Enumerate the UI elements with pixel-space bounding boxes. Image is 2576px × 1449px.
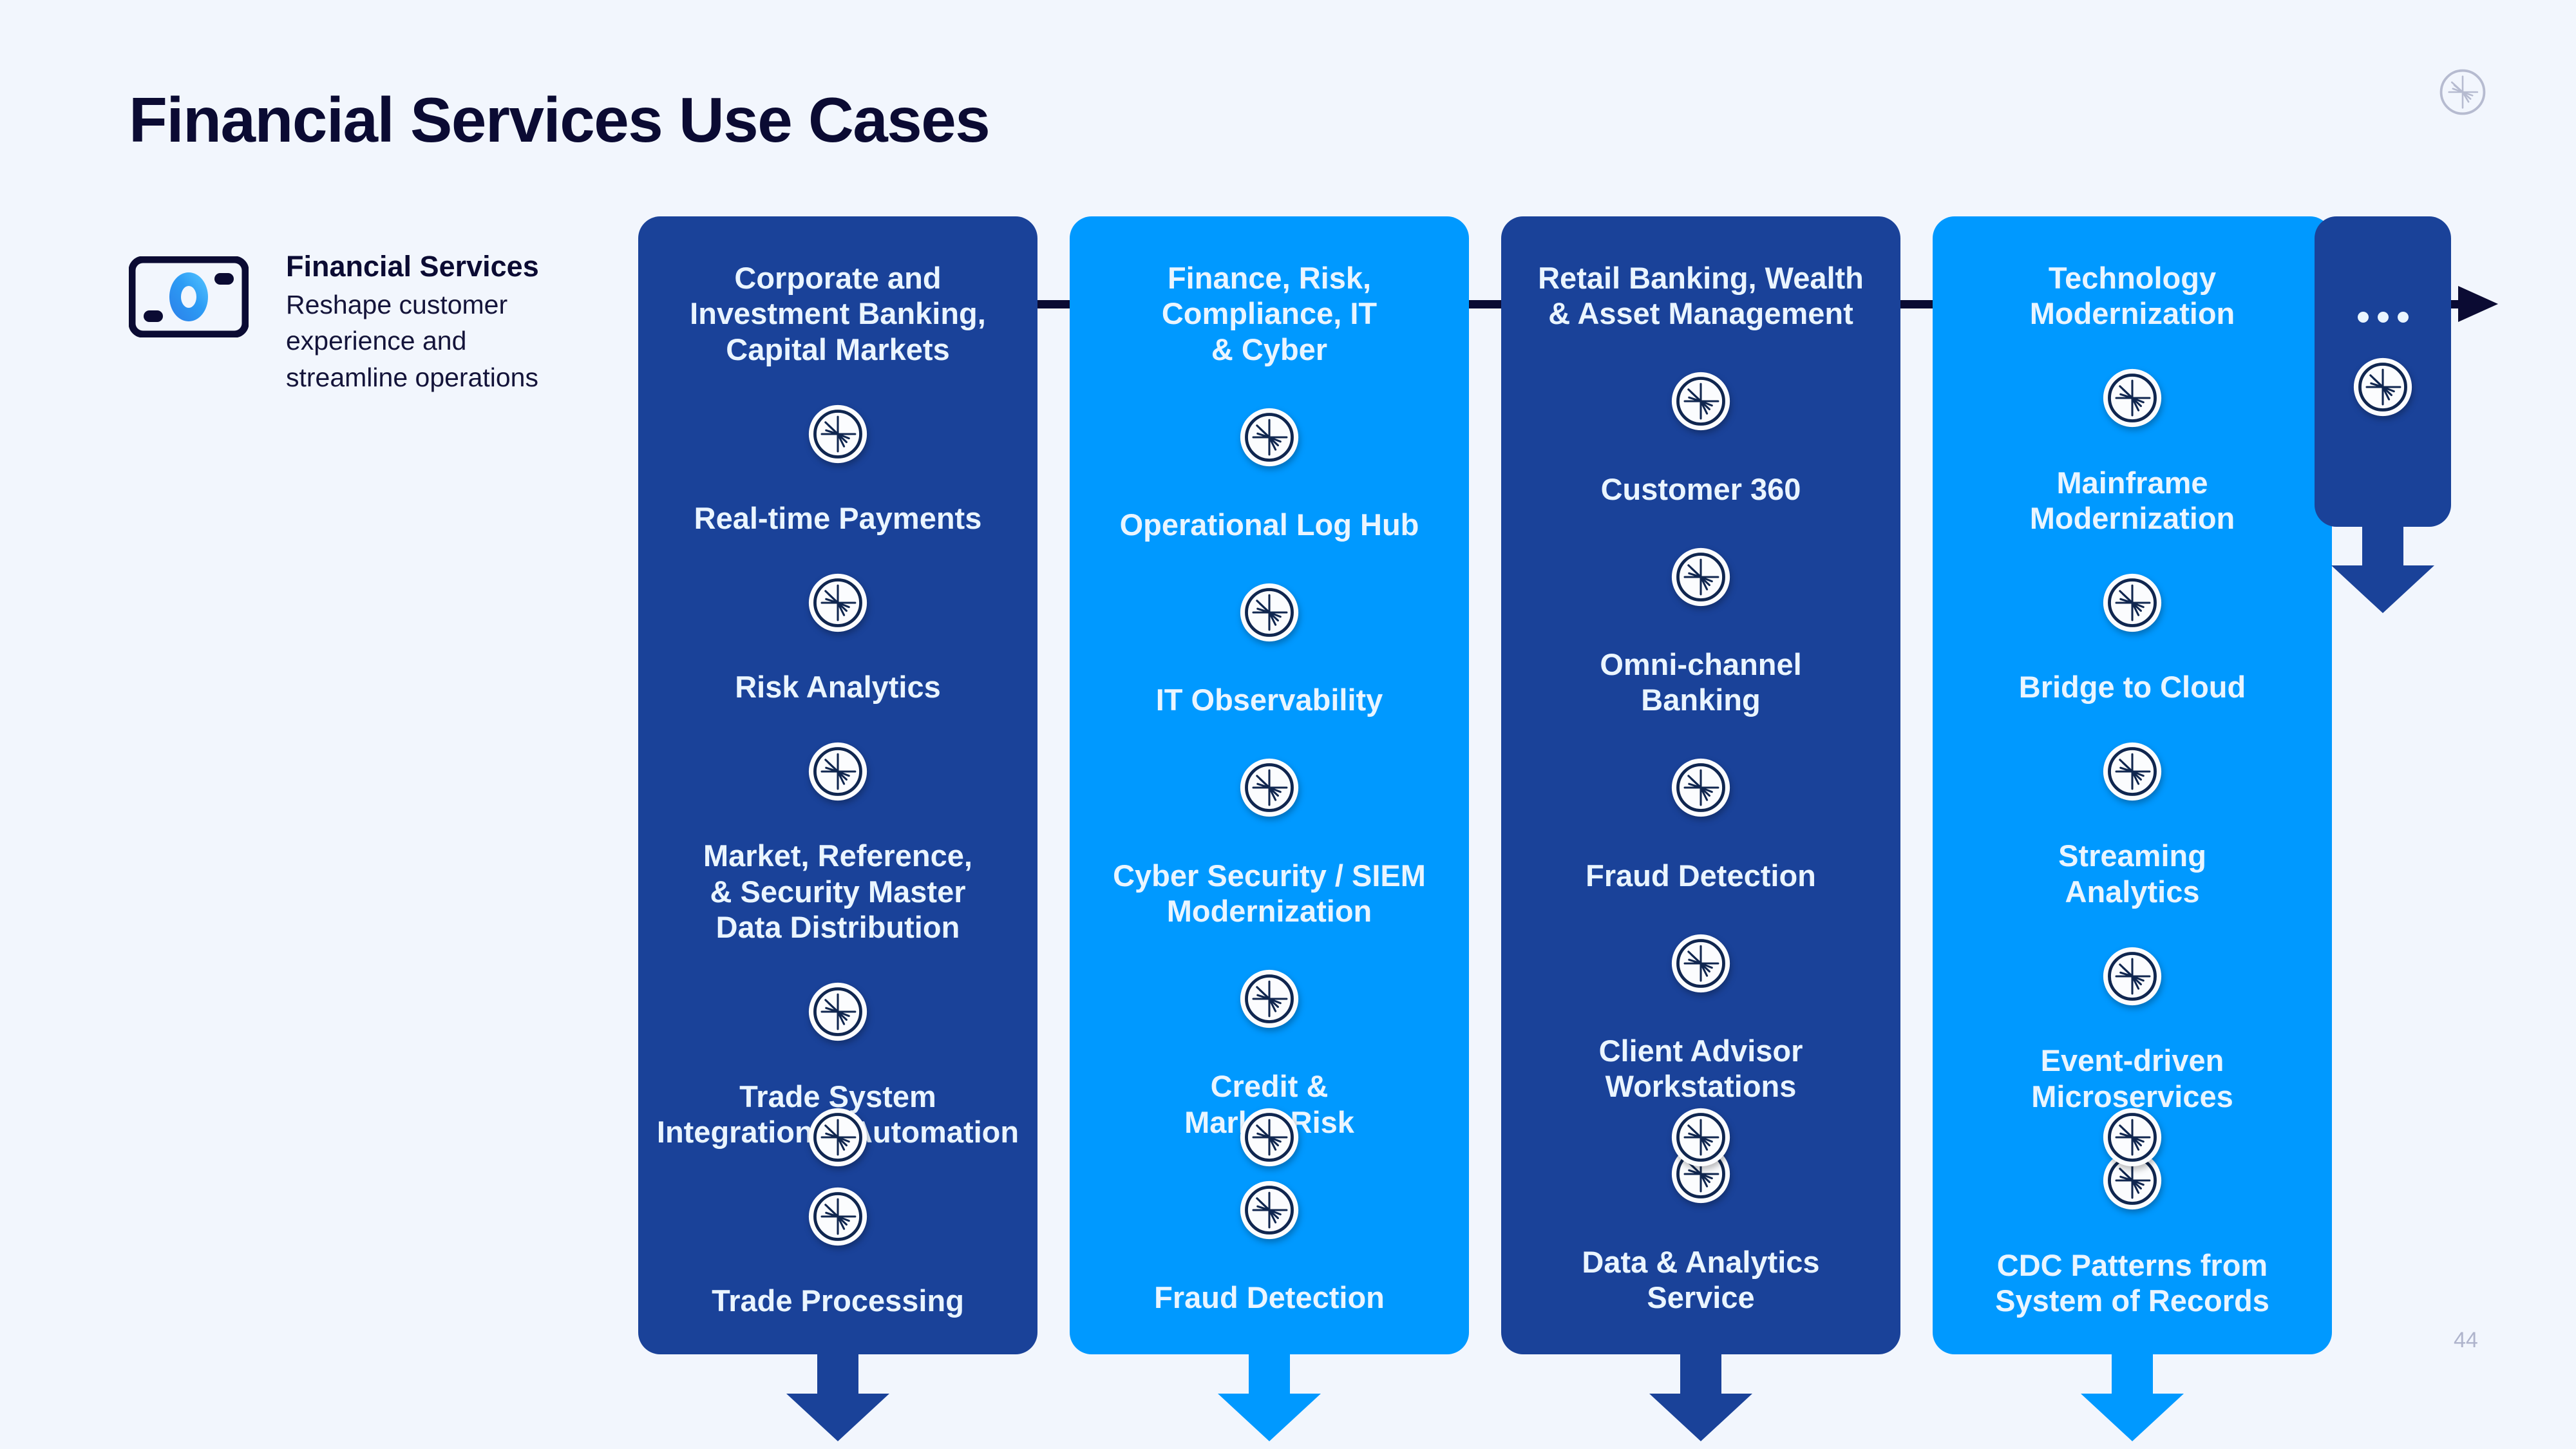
use-case-item[interactable]: Operational Log Hub (1120, 507, 1419, 542)
use-case-item-line: Fraud Detection (1586, 858, 1816, 893)
use-case-item[interactable]: Bridge to Cloud (2019, 669, 2246, 705)
starburst-badge-icon (1670, 370, 1732, 432)
use-case-item[interactable]: Real-time Payments (694, 500, 982, 536)
column-header-line: Finance, Risk, (1167, 261, 1372, 295)
use-case-item-line: Data & Analytics (1582, 1244, 1820, 1279)
starburst-badge-icon (1670, 1106, 1732, 1168)
use-case-item[interactable]: Streaming Analytics (2058, 838, 2206, 909)
use-case-item-line: IT Observability (1155, 683, 1383, 717)
use-case-item-line: Bridge to Cloud (2018, 670, 2246, 705)
starburst-badge-icon (1238, 757, 1300, 819)
column-header: Finance, Risk, Compliance, IT & Cyber (1080, 260, 1459, 367)
use-case-item-line: Modernization (1166, 894, 1372, 929)
column-header-line: Investment Banking, (690, 296, 986, 331)
use-case-item[interactable]: Risk Analytics (735, 669, 941, 705)
column-header-line: & Cyber (1211, 332, 1328, 366)
column-header: Retail Banking, Wealth & Asset Management (1511, 260, 1890, 332)
use-case-item-line: Event-driven (2040, 1043, 2224, 1078)
column-down-arrow-icon (2074, 1351, 2190, 1441)
use-case-item[interactable]: Trade Processing (712, 1283, 964, 1318)
use-case-item[interactable]: Fraud Detection (1586, 858, 1816, 893)
use-case-item[interactable]: Market, Reference, & Security Master Data … (703, 838, 972, 945)
column-down-arrow-icon (1211, 1351, 1327, 1441)
use-case-item-line: Trade Processing (712, 1283, 964, 1318)
use-case-item-line: Data Distribution (715, 910, 960, 945)
column-down-arrow-icon (780, 1351, 896, 1441)
use-case-item[interactable]: Fraud Detection (1154, 1280, 1385, 1315)
use-case-columns: Corporate and Investment Banking, Capital … (0, 0, 2576, 1449)
use-case-item-line: Omni-channel (1600, 647, 1802, 681)
use-case-item-line: System of Records (1995, 1283, 2269, 1318)
starburst-badge-icon (1670, 546, 1732, 608)
starburst-badge-icon (2101, 367, 2163, 429)
starburst-badge-icon (1238, 968, 1300, 1030)
starburst-badge-icon (1670, 757, 1732, 819)
use-case-item-line: Service (1647, 1280, 1755, 1315)
starburst-badge-icon (2352, 356, 2414, 418)
starburst-badge-icon (807, 741, 869, 802)
column-header: Corporate and Investment Banking, Capital … (649, 260, 1027, 367)
use-case-item-line: Operational Log Hub (1119, 507, 1419, 542)
starburst-badge-icon (807, 981, 869, 1043)
starburst-badge-icon (2101, 572, 2163, 634)
use-case-column-4[interactable]: Technology Modernization Mainframe Moderniz… (1933, 216, 2332, 1354)
use-case-item[interactable]: Mainframe Modernization (2030, 465, 2235, 536)
starburst-badge-icon (2101, 741, 2163, 802)
use-case-item-line: Risk Analytics (735, 670, 941, 705)
starburst-badge-icon (807, 403, 869, 465)
starburst-badge-icon (1238, 406, 1300, 468)
more-down-arrow-icon (2325, 523, 2441, 613)
column-header-line: Corporate and (734, 261, 942, 295)
use-case-item-line: Market, Reference, (703, 838, 972, 873)
use-case-item[interactable]: Omni-channel Banking (1600, 647, 1801, 718)
use-case-column-3[interactable]: Retail Banking, Wealth & Asset Management… (1501, 216, 1900, 1354)
use-case-item-line: Analytics (2065, 874, 2200, 909)
use-case-item-line: Client Advisor (1598, 1033, 1803, 1068)
column-header-line: Capital Markets (726, 332, 950, 366)
column-header-line: Technology (2048, 261, 2217, 295)
column-header-line: Modernization (2029, 296, 2235, 331)
use-case-item[interactable]: Event-driven Microservices (2031, 1043, 2233, 1114)
starburst-badge-icon (1238, 582, 1300, 643)
use-case-item-line: Fraud Detection (1154, 1280, 1385, 1315)
starburst-badge-icon (2101, 1106, 2163, 1168)
use-case-item-line: Workstations (1605, 1069, 1797, 1104)
ellipsis-icon (2357, 312, 2409, 323)
use-case-item[interactable]: Client Advisor Workstations (1599, 1033, 1803, 1104)
use-case-item-line: Modernization (2029, 501, 2235, 536)
column-header-line: Compliance, IT (1161, 296, 1378, 331)
use-case-item-line: & Security Master (710, 874, 966, 909)
starburst-badge-icon (1238, 1179, 1300, 1241)
column-header-line: & Asset Management (1548, 296, 1853, 331)
column-down-arrow-icon (1643, 1351, 1759, 1441)
use-case-item-line: Cyber Security / SIEM (1113, 858, 1426, 893)
use-case-item[interactable]: IT Observability (1156, 682, 1383, 717)
use-case-item-line: Banking (1641, 683, 1761, 717)
starburst-badge-icon (1670, 933, 1732, 994)
use-case-item[interactable]: Data & Analytics Service (1582, 1244, 1819, 1316)
starburst-badge-icon (807, 1106, 869, 1168)
column-header: Technology Modernization (1943, 260, 2322, 332)
starburst-badge-icon (1238, 1106, 1300, 1168)
use-case-item-line: Customer 360 (1600, 471, 1801, 506)
use-case-item-line: Mainframe (2056, 465, 2208, 500)
starburst-badge-icon (2101, 945, 2163, 1007)
use-case-item[interactable]: Cyber Security / SIEM Modernization (1113, 858, 1426, 929)
column-header-line: Retail Banking, Wealth (1538, 261, 1864, 295)
use-case-column-2[interactable]: Finance, Risk, Compliance, IT & Cyber Opera… (1070, 216, 1469, 1354)
use-case-item-line: Streaming (2058, 838, 2206, 873)
use-case-item-line: CDC Patterns from (1996, 1247, 2268, 1282)
use-case-item-line: Credit & (1210, 1069, 1329, 1104)
use-case-column-1[interactable]: Corporate and Investment Banking, Capital … (638, 216, 1037, 1354)
use-case-item[interactable]: CDC Patterns from System of Records (1995, 1247, 2269, 1319)
starburst-badge-icon (807, 572, 869, 634)
use-case-item[interactable]: Customer 360 (1601, 471, 1801, 507)
more-column[interactable] (2315, 216, 2451, 527)
use-case-item-line: Real-time Payments (694, 501, 982, 536)
starburst-badge-icon (807, 1186, 869, 1247)
